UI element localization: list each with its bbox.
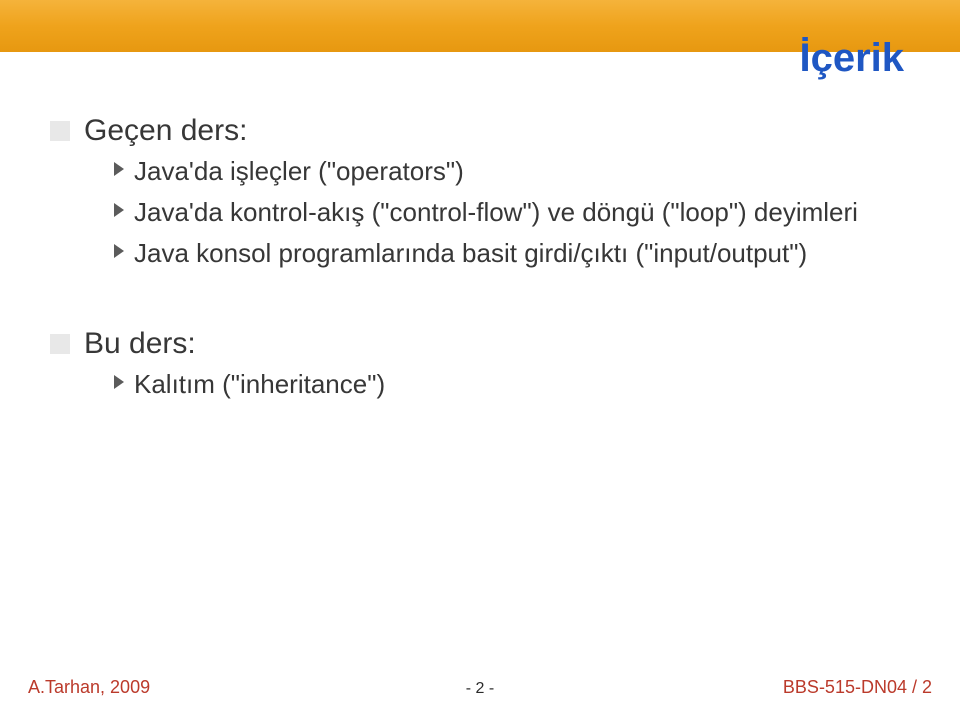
list-item-text: Kalıtım ("inheritance") <box>134 367 385 402</box>
arrow-bullet-icon <box>114 244 124 258</box>
arrow-bullet-icon <box>114 203 124 217</box>
section-heading-prev: Geçen ders: <box>50 114 910 148</box>
square-bullet-icon <box>50 334 70 354</box>
list-item: Java'da kontrol-akış ("control-flow") ve… <box>114 195 910 230</box>
section-heading-text: Geçen ders: <box>84 114 247 148</box>
list-item: Java konsol programlarında basit girdi/ç… <box>114 236 910 271</box>
footer-page-number: - 2 - <box>466 680 494 698</box>
slide-title: İçerik <box>799 36 904 81</box>
list-item: Java'da işleçler ("operators") <box>114 154 910 189</box>
footer-author: A.Tarhan, 2009 <box>28 677 150 698</box>
footer-doc-id: BBS-515-DN04 / 2 <box>783 677 932 698</box>
section-heading-current: Bu ders: <box>50 327 910 361</box>
list-item-text: Java'da işleçler ("operators") <box>134 154 464 189</box>
arrow-bullet-icon <box>114 375 124 389</box>
section-heading-text: Bu ders: <box>84 327 196 361</box>
slide: İçerik Geçen ders: Java'da işleçler ("op… <box>0 0 960 716</box>
slide-content: Geçen ders: Java'da işleçler ("operators… <box>50 100 910 408</box>
square-bullet-icon <box>50 121 70 141</box>
list-item: Kalıtım ("inheritance") <box>114 367 910 402</box>
arrow-bullet-icon <box>114 162 124 176</box>
slide-footer: A.Tarhan, 2009 - 2 - BBS-515-DN04 / 2 <box>0 670 960 698</box>
list-item-text: Java'da kontrol-akış ("control-flow") ve… <box>134 195 858 230</box>
list-item-text: Java konsol programlarında basit girdi/ç… <box>134 236 807 271</box>
